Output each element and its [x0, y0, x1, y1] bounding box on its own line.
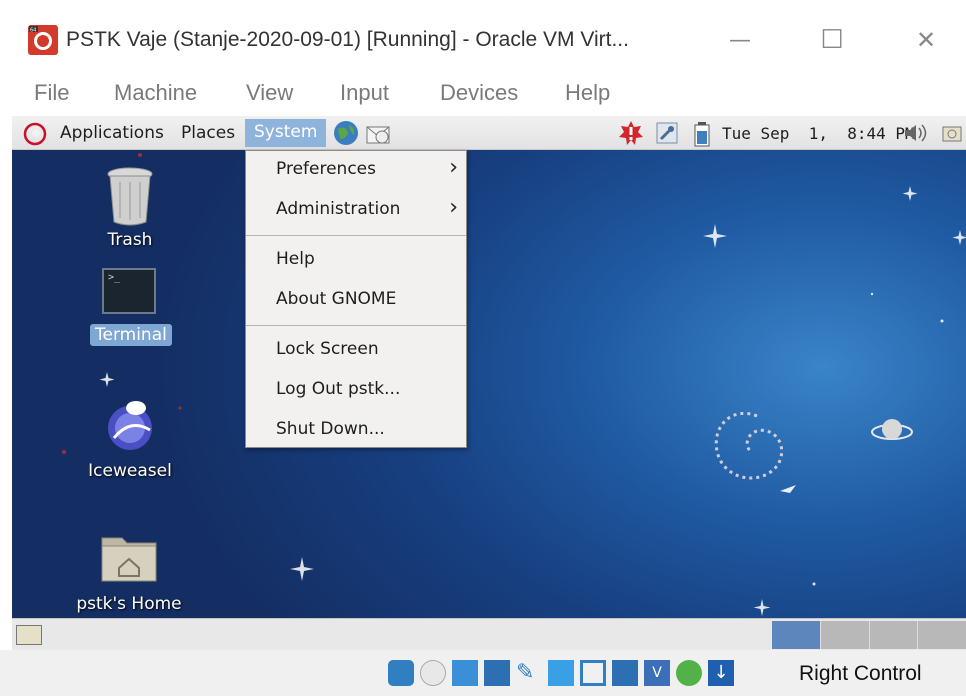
menu-separator — [246, 235, 466, 236]
menu-item-preferences[interactable]: Preferences — [276, 159, 376, 179]
host-key-label: Right Control — [799, 662, 922, 685]
places-menu[interactable]: Places — [181, 123, 235, 143]
home-folder-icon[interactable] — [100, 530, 158, 588]
menu-item-about-gnome[interactable]: About GNOME — [276, 289, 396, 309]
virtualbox-app-icon: 64 — [28, 25, 58, 55]
workspace-switcher[interactable] — [772, 621, 966, 649]
workspace-3[interactable] — [869, 621, 919, 649]
iceweasel-icon[interactable] — [104, 398, 156, 458]
pen-icon[interactable]: ✎ — [516, 660, 542, 686]
chevron-right-icon: › — [449, 195, 458, 220]
trash-label: Trash — [107, 230, 153, 250]
host-key-arrow-icon: ↓ — [708, 660, 734, 686]
menu-file[interactable]: File — [34, 80, 69, 106]
menu-item-lock-screen[interactable]: Lock Screen — [276, 339, 379, 359]
close-icon: ✕ — [915, 26, 937, 54]
display-icon[interactable] — [580, 660, 606, 686]
screenshot-icon[interactable] — [942, 124, 962, 146]
hard-disk-icon[interactable] — [388, 660, 414, 686]
trash-icon[interactable] — [104, 164, 156, 230]
maximize-button[interactable]: ☐ — [802, 18, 862, 62]
mouse-integration-icon[interactable] — [676, 660, 702, 686]
status-icons: ✎ V ↓ — [388, 660, 734, 686]
menu-item-help[interactable]: Help — [276, 249, 315, 269]
video-capture-icon[interactable] — [612, 660, 638, 686]
show-desktop-icon[interactable] — [16, 625, 42, 645]
menu-machine[interactable]: Machine — [114, 80, 197, 106]
vbox-icon[interactable]: V — [644, 660, 670, 686]
system-menu[interactable]: System — [245, 119, 327, 147]
svg-text:64: 64 — [30, 28, 36, 34]
optical-disk-icon[interactable] — [420, 660, 446, 686]
close-button[interactable]: ✕ — [896, 18, 956, 62]
minimize-icon: — — [729, 27, 751, 53]
keyring-icon[interactable] — [655, 121, 679, 149]
mail-icon[interactable] — [364, 119, 392, 151]
applications-menu[interactable]: Applications — [60, 123, 164, 143]
debian-swirl-icon[interactable] — [22, 121, 48, 151]
menu-item-administration[interactable]: Administration — [276, 199, 400, 219]
menu-item-log-out[interactable]: Log Out pstk... — [276, 379, 400, 399]
menu-help[interactable]: Help — [565, 80, 610, 106]
usb-icon[interactable] — [452, 660, 478, 686]
network-globe-icon[interactable] — [332, 119, 360, 151]
maximize-icon: ☐ — [820, 25, 844, 55]
network-adapter-icon[interactable] — [484, 660, 510, 686]
menu-item-shut-down[interactable]: Shut Down... — [276, 419, 385, 439]
menu-devices[interactable]: Devices — [440, 80, 518, 106]
workspace-1[interactable] — [772, 621, 821, 649]
terminal-label: Terminal — [90, 324, 172, 346]
home-folder-label: pstk's Home — [76, 594, 182, 614]
panel-clock[interactable]: Tue Sep 1, 8:44 PM — [722, 124, 915, 143]
guest-screen[interactable]: Applications Places System Tue Sep 1, 8:… — [12, 116, 966, 618]
workspace-4[interactable] — [918, 621, 966, 649]
menu-separator — [246, 325, 466, 326]
gnome-top-panel: Applications Places System Tue Sep 1, 8:… — [12, 116, 966, 150]
gnome-bottom-panel — [12, 618, 966, 650]
workspace-2[interactable] — [820, 621, 870, 649]
update-alert-icon[interactable] — [617, 119, 645, 151]
minimize-button[interactable]: — — [710, 18, 770, 62]
system-dropdown-menu: Preferences › Administration › Help Abou… — [245, 150, 467, 448]
menu-view[interactable]: View — [246, 80, 293, 106]
chevron-right-icon: › — [449, 155, 458, 180]
shared-folder-icon[interactable] — [548, 660, 574, 686]
window-titlebar[interactable]: 64 PSTK Vaje (Stanje-2020-09-01) [Runnin… — [0, 0, 966, 70]
menu-input[interactable]: Input — [340, 80, 389, 106]
iceweasel-label: Iceweasel — [88, 461, 172, 481]
window-title: PSTK Vaje (Stanje-2020-09-01) [Running] … — [66, 28, 629, 51]
volume-icon[interactable] — [902, 122, 930, 148]
terminal-icon[interactable]: >_ — [102, 268, 156, 314]
battery-icon[interactable] — [693, 121, 711, 151]
